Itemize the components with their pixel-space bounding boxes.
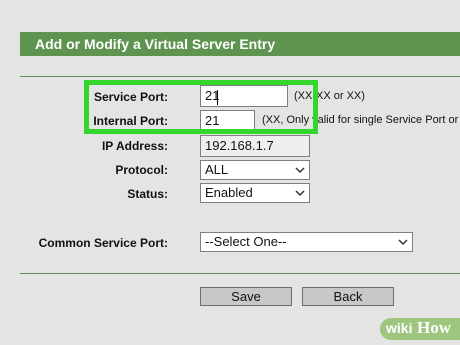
status-label: Status: (127, 187, 168, 201)
status-select[interactable]: Enabled (200, 183, 310, 203)
save-button[interactable]: Save (200, 287, 292, 306)
common-service-port-label: Common Service Port: (38, 236, 168, 250)
watermark-wiki: wiki (386, 320, 413, 336)
protocol-label: Protocol: (115, 163, 168, 177)
protocol-select[interactable]: ALL (200, 160, 310, 180)
page-title: Add or Modify a Virtual Server Entry (35, 36, 276, 52)
back-button[interactable]: Back (302, 287, 394, 306)
highlight-box (84, 80, 318, 134)
common-service-port-select[interactable]: --Select One-- (200, 232, 413, 252)
protocol-value: ALL (205, 162, 229, 177)
watermark-how: How (417, 318, 451, 337)
ip-address-label: IP Address: (101, 139, 168, 153)
chevron-down-icon (295, 190, 305, 197)
divider (20, 273, 460, 274)
status-value: Enabled (205, 185, 253, 200)
chevron-down-icon (295, 167, 305, 174)
chevron-down-icon (398, 239, 408, 246)
divider (20, 76, 460, 77)
common-service-port-value: --Select One-- (205, 234, 287, 249)
ip-address-input[interactable]: 192.168.1.7 (200, 135, 310, 157)
